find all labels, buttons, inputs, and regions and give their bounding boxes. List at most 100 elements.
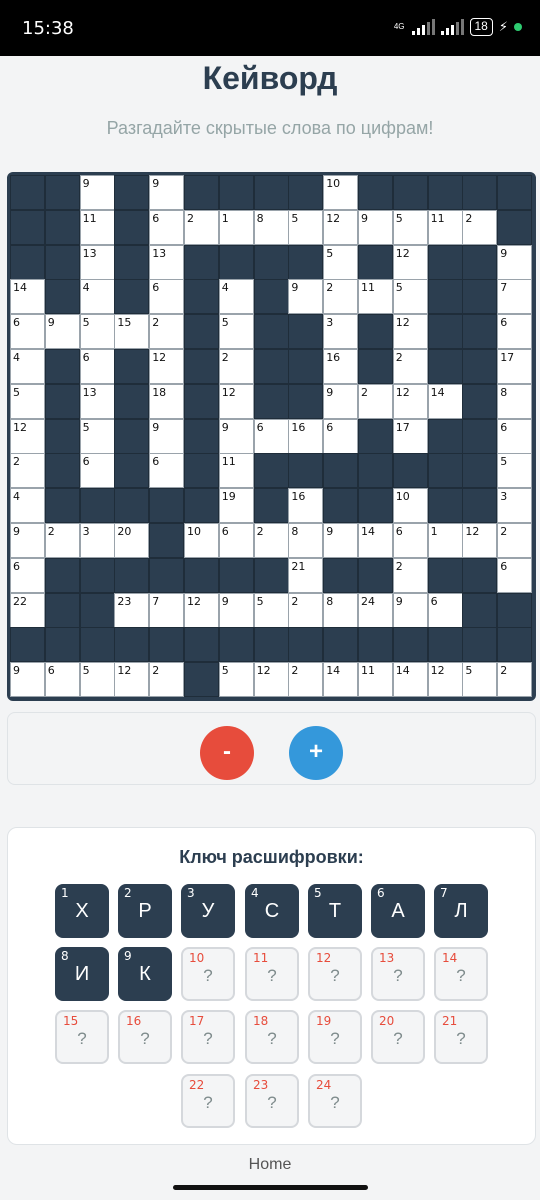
grid-cell[interactable]: 9: [323, 523, 359, 558]
grid-cell[interactable]: 9: [218, 418, 254, 454]
grid-cell[interactable]: 14: [427, 383, 463, 419]
grid-cell[interactable]: 10: [184, 523, 219, 558]
grid-cell[interactable]: 4: [10, 349, 45, 384]
grid-cell[interactable]: 4: [79, 279, 115, 315]
grid-cell[interactable]: 2: [253, 523, 289, 558]
grid-cell[interactable]: 6: [10, 557, 45, 593]
key-tile-23[interactable]: 23?: [245, 1074, 299, 1128]
grid-cell[interactable]: 6: [149, 453, 185, 489]
grid-cell[interactable]: 14: [323, 662, 359, 698]
grid-cell[interactable]: 2: [184, 209, 219, 245]
key-tile-19[interactable]: 19?: [308, 1010, 362, 1064]
key-tile-1[interactable]: 1Х: [55, 884, 109, 938]
grid-cell[interactable]: 9: [44, 314, 80, 350]
grid-cell[interactable]: 6: [253, 418, 289, 454]
grid-cell[interactable]: 14: [10, 279, 45, 315]
grid-cell[interactable]: 9: [323, 383, 359, 419]
grid-cell[interactable]: 5: [218, 314, 254, 350]
grid-cell[interactable]: 6: [497, 557, 533, 593]
home-label[interactable]: Home: [0, 1156, 540, 1174]
grid-cell[interactable]: 5: [79, 662, 115, 698]
grid-cell[interactable]: 9: [149, 175, 185, 210]
grid-cell[interactable]: 14: [392, 662, 428, 698]
grid-cell[interactable]: 12: [392, 314, 428, 350]
grid-cell[interactable]: 10: [392, 488, 428, 524]
grid-cell[interactable]: 10: [323, 175, 359, 210]
grid-cell[interactable]: 9: [392, 592, 428, 628]
grid-cell[interactable]: 12: [149, 349, 185, 384]
grid-cell[interactable]: 6: [218, 523, 254, 558]
grid-cell[interactable]: 12: [323, 209, 359, 245]
grid-cell[interactable]: 11: [218, 453, 254, 489]
key-tile-9[interactable]: 9К: [118, 947, 172, 1001]
grid-cell[interactable]: 2: [149, 314, 185, 350]
grid-cell[interactable]: 20: [114, 523, 150, 558]
grid-cell[interactable]: 1: [218, 209, 254, 245]
grid-cell[interactable]: 5: [79, 418, 115, 454]
key-tile-24[interactable]: 24?: [308, 1074, 362, 1128]
grid-cell[interactable]: 9: [10, 662, 45, 698]
key-tile-18[interactable]: 18?: [245, 1010, 299, 1064]
grid-cell[interactable]: 11: [358, 662, 393, 698]
grid-cell[interactable]: 5: [323, 244, 359, 280]
grid-cell[interactable]: 2: [497, 523, 533, 558]
grid-cell[interactable]: 6: [79, 453, 115, 489]
grid-cell[interactable]: 12: [392, 244, 428, 280]
grid-cell[interactable]: 23: [114, 592, 150, 628]
grid-cell[interactable]: 9: [497, 244, 533, 280]
grid-cell[interactable]: 7: [497, 279, 533, 315]
grid-cell[interactable]: 2: [323, 279, 359, 315]
key-tile-17[interactable]: 17?: [181, 1010, 235, 1064]
grid-cell[interactable]: 4: [218, 279, 254, 315]
grid-cell[interactable]: 9: [288, 279, 324, 315]
key-tile-20[interactable]: 20?: [371, 1010, 425, 1064]
grid-cell[interactable]: 18: [149, 383, 185, 419]
grid-cell[interactable]: 9: [149, 418, 185, 454]
key-tile-13[interactable]: 13?: [371, 947, 425, 1001]
grid-cell[interactable]: 5: [392, 279, 428, 315]
grid-cell[interactable]: 5: [253, 592, 289, 628]
key-tile-5[interactable]: 5Т: [308, 884, 362, 938]
grid-cell[interactable]: 6: [44, 662, 80, 698]
grid-cell[interactable]: 11: [358, 279, 393, 315]
grid-cell[interactable]: 9: [218, 592, 254, 628]
grid-cell[interactable]: 6: [323, 418, 359, 454]
grid-cell[interactable]: 24: [358, 592, 393, 628]
grid-cell[interactable]: 16: [288, 488, 324, 524]
zoom-out-button[interactable]: -: [200, 726, 254, 780]
zoom-in-button[interactable]: +: [289, 726, 343, 780]
grid-cell[interactable]: 2: [149, 662, 185, 698]
key-tile-10[interactable]: 10?: [181, 947, 235, 1001]
grid-cell[interactable]: 17: [392, 418, 428, 454]
key-tile-8[interactable]: 8И: [55, 947, 109, 1001]
grid-cell[interactable]: 21: [288, 557, 324, 593]
grid-cell[interactable]: 2: [44, 523, 80, 558]
grid-cell[interactable]: 2: [358, 383, 393, 419]
grid-cell[interactable]: 8: [253, 209, 289, 245]
grid-cell[interactable]: 5: [10, 383, 45, 419]
key-tile-2[interactable]: 2Р: [118, 884, 172, 938]
grid-cell[interactable]: 5: [288, 209, 324, 245]
grid-cell[interactable]: 2: [392, 557, 428, 593]
grid-cell[interactable]: 2: [10, 453, 45, 489]
grid-cell[interactable]: 5: [462, 662, 498, 698]
grid-cell[interactable]: 2: [218, 349, 254, 384]
home-gesture-bar[interactable]: [173, 1185, 368, 1190]
grid-cell[interactable]: 19: [218, 488, 254, 524]
grid-cell[interactable]: 6: [427, 592, 463, 628]
key-tile-22[interactable]: 22?: [181, 1074, 235, 1128]
grid-cell[interactable]: 8: [497, 383, 533, 419]
grid-cell[interactable]: 22: [10, 592, 45, 628]
grid-cell[interactable]: 3: [497, 488, 533, 524]
grid-cell[interactable]: 9: [10, 523, 45, 558]
grid-cell[interactable]: 8: [288, 523, 324, 558]
grid-cell[interactable]: 9: [358, 209, 393, 245]
grid-cell[interactable]: 3: [79, 523, 115, 558]
grid-cell[interactable]: 6: [149, 209, 185, 245]
grid-cell[interactable]: 6: [149, 279, 185, 315]
key-tile-6[interactable]: 6А: [371, 884, 425, 938]
grid-cell[interactable]: 13: [79, 244, 115, 280]
key-tile-4[interactable]: 4С: [245, 884, 299, 938]
grid-cell[interactable]: 16: [323, 349, 359, 384]
grid-cell[interactable]: 12: [427, 662, 463, 698]
